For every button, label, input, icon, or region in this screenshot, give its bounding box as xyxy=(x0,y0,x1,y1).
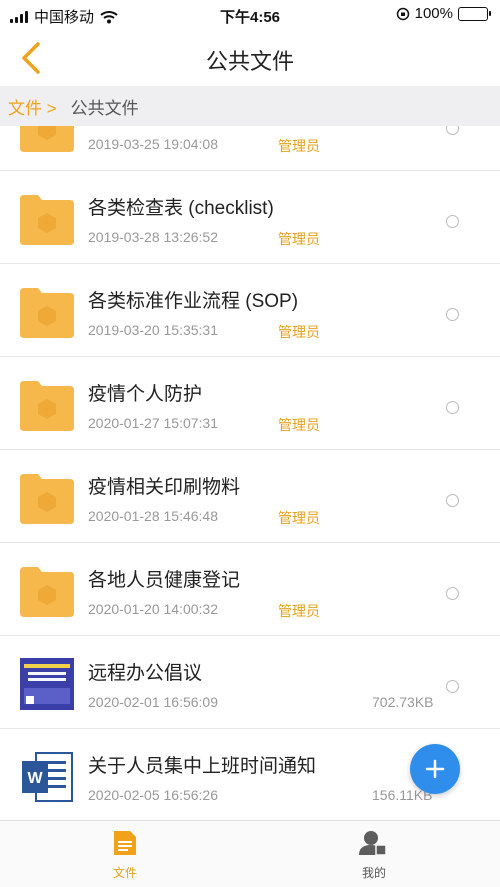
select-radio[interactable] xyxy=(446,680,459,693)
plus-icon xyxy=(425,759,445,779)
file-owner: 管理员 xyxy=(278,417,320,433)
file-name: 各地人员健康登记 xyxy=(88,570,241,591)
svg-text:W: W xyxy=(27,770,43,787)
tab-files-label: 文件 xyxy=(112,866,137,880)
select-radio[interactable] xyxy=(446,494,459,507)
select-radio[interactable] xyxy=(446,587,459,600)
breadcrumb: 文件 > 公共文件 xyxy=(0,86,500,126)
file-name: 各类检查表 (checklist) xyxy=(88,198,274,219)
file-row[interactable]: 各类标准作业流程 (SOP) 2019-03-20 15:35:31 管理员 xyxy=(0,264,500,357)
file-row[interactable]: 疫情个人防护 2020-01-27 15:07:31 管理员 xyxy=(0,357,500,450)
file-date: 2020-02-01 16:56:09 xyxy=(88,694,218,710)
file-size: 702.73KB xyxy=(372,694,434,710)
folder-icon xyxy=(20,195,74,245)
battery-icon xyxy=(458,6,491,21)
file-row[interactable]: 各类检查表 (checklist) 2019-03-28 13:26:52 管理… xyxy=(0,171,500,264)
tab-files[interactable]: 文件 xyxy=(85,829,165,881)
page-title: 公共文件 xyxy=(205,49,294,74)
file-name: 疫情个人防护 xyxy=(88,384,203,405)
tab-mine-label: 我的 xyxy=(361,866,386,880)
file-owner: 管理员 xyxy=(278,603,320,619)
file-name: 关于人员集中上班时间通知 xyxy=(88,756,317,777)
file-name: 远程办公倡议 xyxy=(88,663,203,684)
folder-icon xyxy=(20,288,74,338)
file-date: 2020-01-27 15:07:31 xyxy=(88,415,218,431)
file-owner: 管理员 xyxy=(278,138,320,154)
folder-icon xyxy=(20,126,74,152)
select-radio[interactable] xyxy=(446,126,459,135)
file-date: 2020-01-28 15:46:48 xyxy=(88,508,218,524)
image-thumbnail-icon xyxy=(20,658,74,710)
battery-percent: 100% xyxy=(414,5,453,22)
add-button[interactable] xyxy=(410,744,460,794)
file-row[interactable]: 远程办公倡议 2020-02-01 16:56:09 702.73KB xyxy=(0,636,500,729)
file-owner: 管理员 xyxy=(278,324,320,340)
file-date: 2020-01-20 14:00:32 xyxy=(88,601,218,617)
folder-icon xyxy=(20,474,74,524)
tab-bar: 文件 我的 xyxy=(0,820,500,887)
file-row[interactable]: 疫情相关印刷物料 2020-01-28 15:46:48 管理员 xyxy=(0,450,500,543)
folder-icon xyxy=(20,381,74,431)
file-row[interactable]: 2019-03-25 19:04:08 管理员 xyxy=(0,126,500,171)
folder-icon xyxy=(20,567,74,617)
word-document-icon: W xyxy=(22,752,73,802)
status-bar: 中国移动 下午4:56 100% xyxy=(0,0,500,30)
document-icon xyxy=(114,831,136,855)
file-name: 疫情相关印刷物料 xyxy=(88,477,241,498)
orientation-lock-icon xyxy=(396,7,409,20)
breadcrumb-current: 公共文件 xyxy=(70,98,139,118)
select-radio[interactable] xyxy=(446,401,459,414)
file-owner: 管理员 xyxy=(278,510,320,526)
select-radio[interactable] xyxy=(446,215,459,228)
file-owner: 管理员 xyxy=(278,231,320,247)
navigation-bar: 公共文件 xyxy=(0,30,500,86)
file-name: 各类标准作业流程 (SOP) xyxy=(88,291,299,312)
file-list: 2019-03-25 19:04:08 管理员 各类检查表 (checklist… xyxy=(0,126,500,820)
breadcrumb-root[interactable]: 文件 > xyxy=(8,94,57,119)
file-date: 2019-03-20 15:35:31 xyxy=(88,322,218,338)
tab-mine[interactable]: 我的 xyxy=(334,829,414,881)
file-date: 2019-03-28 13:26:52 xyxy=(88,229,218,245)
select-radio[interactable] xyxy=(446,308,459,321)
file-date: 2019-03-25 19:04:08 xyxy=(88,136,218,152)
file-row[interactable]: 各地人员健康登记 2020-01-20 14:00:32 管理员 xyxy=(0,543,500,636)
file-date: 2020-02-05 16:56:26 xyxy=(88,787,218,803)
user-icon xyxy=(359,831,387,856)
